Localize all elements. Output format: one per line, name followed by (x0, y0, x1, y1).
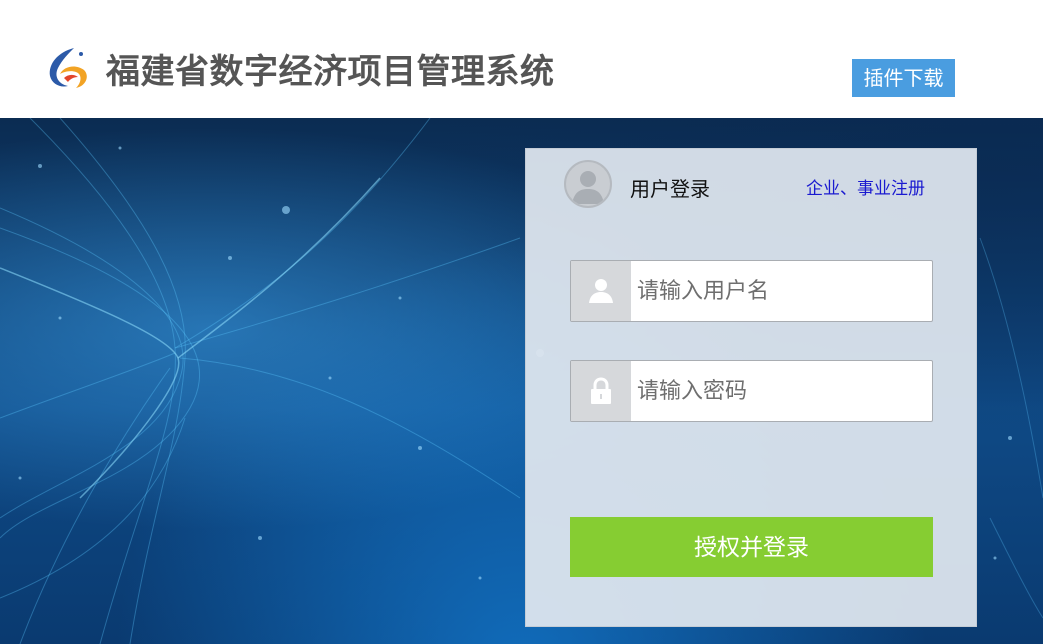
lock-icon (571, 361, 631, 421)
enterprise-register-link[interactable]: 企业、事业注册 (806, 174, 925, 199)
authorize-login-button[interactable]: 授权并登录 (570, 517, 933, 577)
page-title: 福建省数字经济项目管理系统 (106, 52, 555, 92)
username-field (570, 260, 933, 322)
password-field (570, 360, 933, 422)
header: 福建省数字经济项目管理系统 插件下载 (0, 0, 1043, 118)
login-title: 用户登录 (630, 177, 710, 201)
password-input[interactable] (637, 361, 927, 421)
plugin-download-button[interactable]: 插件下载 (852, 59, 955, 97)
username-input[interactable] (637, 261, 927, 321)
user-avatar-icon (564, 160, 612, 208)
login-panel: 用户登录 企业、事业注册 授权并登录 (525, 148, 977, 627)
login-page: 福建省数字经济项目管理系统 插件下载 用户登录 企业、事业注册 请输入用户名 授… (0, 0, 1043, 644)
swirl-logo-icon (49, 48, 87, 88)
user-icon (571, 261, 631, 321)
